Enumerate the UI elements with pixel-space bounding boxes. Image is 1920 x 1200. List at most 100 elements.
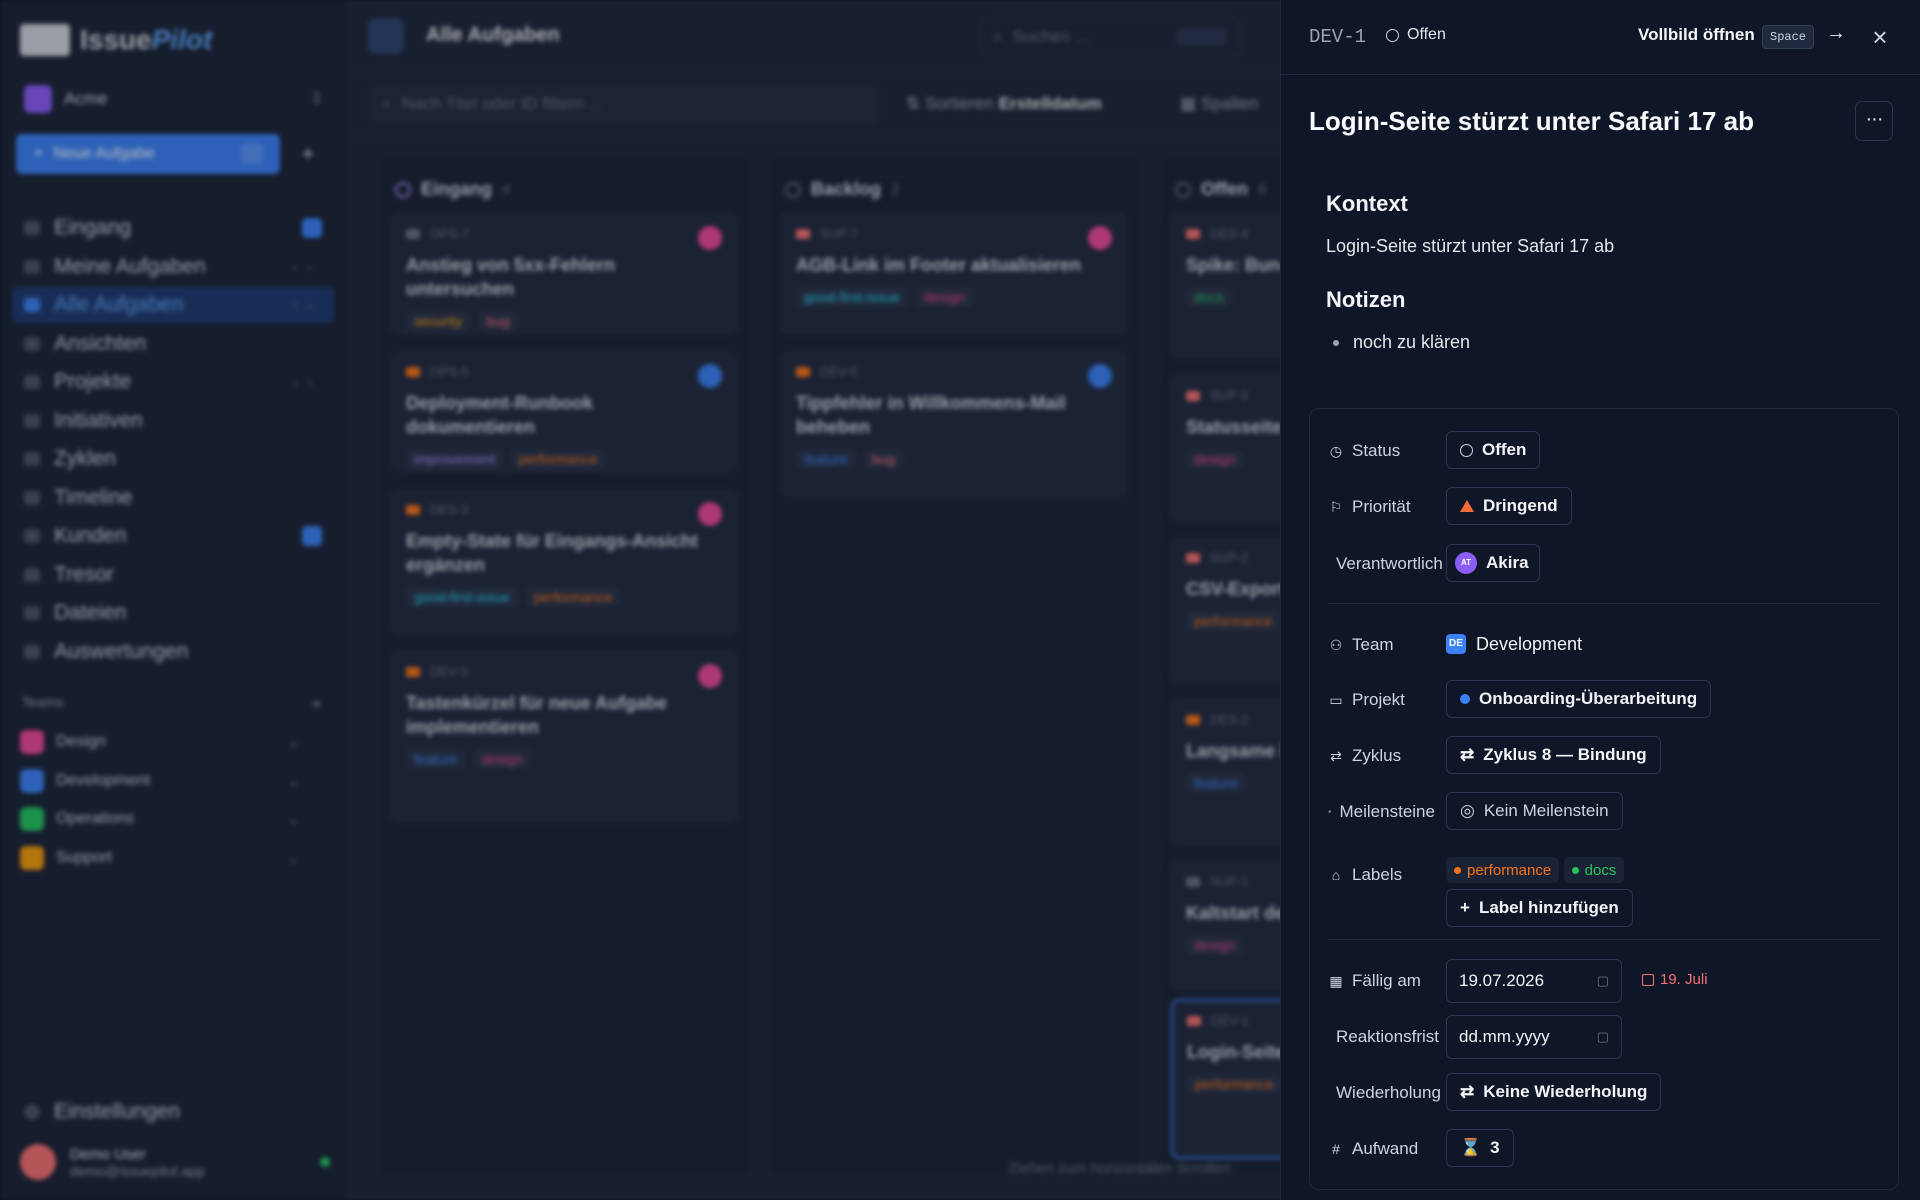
issue-title[interactable]: Login-Seite stürzt unter Safari 17 ab	[1309, 106, 1754, 137]
status-value: Offen	[1482, 440, 1527, 459]
property-label: Status	[1352, 441, 1401, 460]
property-label: Zyklus	[1352, 746, 1402, 765]
due-date-hint: 19. Juli	[1642, 971, 1708, 988]
properties-box: ◷ Status Offen ⚐ Priorität Dringend Verant…	[1309, 408, 1899, 1190]
label-name: docs	[1584, 861, 1617, 879]
note-text: noch zu klären	[1353, 332, 1471, 352]
status-badge: Offen	[1386, 26, 1446, 44]
cycle-icon: ⇄	[1460, 745, 1475, 764]
team-badge: DE	[1446, 634, 1466, 654]
property-response-deadline: Reaktionsfrist dd.mm.yyyy ▢	[1328, 1015, 1884, 1059]
modal-overlay[interactable]	[0, 0, 1280, 1200]
urgent-priority-icon	[1460, 500, 1474, 512]
property-due-date: ▦ Fällig am 19.07.2026 ▢ 19. Juli	[1328, 959, 1884, 1003]
list-item[interactable]: noch zu klären	[1333, 332, 1470, 353]
context-text[interactable]: Login-Seite stürzt unter Safari 17 ab	[1326, 236, 1614, 257]
calendar-icon	[1642, 973, 1654, 986]
property-label: Reaktionsfrist	[1336, 1027, 1439, 1046]
add-label-button[interactable]: + Label hinzufügen	[1446, 889, 1633, 927]
property-label: Projekt	[1352, 690, 1405, 709]
property-project: ▭ Projekt Onboarding-Überarbeitung	[1328, 680, 1884, 720]
label-docs[interactable]: docs	[1563, 857, 1625, 883]
plus-icon: +	[1460, 898, 1470, 917]
effort-select[interactable]: ⌛ 3	[1446, 1129, 1514, 1167]
panel-header: DEV-1 Offen Vollbild öffnen Space → ×	[1281, 0, 1920, 75]
repeat-icon: ⇄	[1460, 1082, 1475, 1101]
due-hint-text: 19. Juli	[1660, 971, 1708, 988]
recurrence-select[interactable]: ⇄ Keine Wiederholung	[1446, 1073, 1662, 1111]
status-select[interactable]: Offen	[1446, 431, 1541, 469]
close-button[interactable]: ×	[1863, 20, 1897, 54]
response-deadline-input[interactable]: dd.mm.yyyy ▢	[1446, 1015, 1622, 1059]
milestone-select[interactable]: ◎ Kein Meilenstein	[1446, 792, 1623, 830]
property-labels: ⌂ Labels performance docs + Label hinzufüg…	[1328, 847, 1884, 927]
property-label: Team	[1352, 635, 1394, 654]
project-value: Onboarding-Überarbeitung	[1479, 689, 1698, 708]
property-recurrence: Wiederholung ⇄ Keine Wiederholung	[1328, 1073, 1884, 1113]
issue-detail-panel: DEV-1 Offen Vollbild öffnen Space → × Lo…	[1280, 0, 1920, 1200]
due-date-value: 19.07.2026	[1459, 971, 1545, 990]
shortcut-key: Space	[1762, 25, 1815, 49]
property-label: Priorität	[1352, 497, 1411, 516]
assignee-select[interactable]: AT Akira	[1446, 544, 1540, 582]
users-icon: ⚇	[1329, 636, 1343, 653]
hourglass-icon: ⌛	[1460, 1138, 1482, 1157]
calendar-icon: ▢	[1596, 973, 1609, 988]
milestone-value: Kein Meilenstein	[1483, 801, 1609, 820]
property-label: Wiederholung	[1336, 1083, 1441, 1102]
property-label: Aufwand	[1352, 1139, 1419, 1158]
property-cycle: ⇄ Zyklus ⇄ Zyklus 8 — Bindung	[1328, 736, 1884, 776]
target-icon: ◎	[1460, 801, 1475, 820]
label-performance[interactable]: performance	[1446, 857, 1560, 883]
recurrence-value: Keine Wiederholung	[1483, 1082, 1648, 1101]
property-milestones: • Meilensteine ◎ Kein Meilenstein	[1328, 792, 1884, 832]
hash-icon: #	[1332, 1141, 1340, 1157]
project-color-dot	[1460, 694, 1470, 704]
context-heading: Kontext	[1326, 191, 1408, 216]
calendar-icon: ▦	[1329, 972, 1343, 989]
more-options-button[interactable]: ···	[1855, 101, 1893, 141]
arrow-right-icon[interactable]: →	[1826, 22, 1846, 45]
folder-icon: ▭	[1329, 691, 1343, 708]
response-placeholder: dd.mm.yyyy	[1459, 1027, 1550, 1046]
open-fullscreen-button[interactable]: Vollbild öffnen	[1638, 25, 1755, 45]
label-name: performance	[1467, 861, 1552, 879]
issue-id: DEV-1	[1309, 26, 1367, 48]
team-value: DE Development	[1446, 625, 1582, 663]
property-assignee: Verantwortlich AT Akira	[1328, 544, 1884, 584]
label-dot	[1571, 866, 1579, 874]
cycle-select[interactable]: ⇄ Zyklus 8 — Bindung	[1446, 736, 1661, 774]
flag-icon: ⚐	[1329, 498, 1343, 515]
priority-select[interactable]: Dringend	[1446, 487, 1572, 525]
status-text: Offen	[1407, 26, 1446, 43]
team-name: Development	[1476, 633, 1583, 654]
property-label: Meilensteine	[1339, 802, 1435, 821]
cycle-value: Zyklus 8 — Bindung	[1483, 745, 1647, 764]
dot-icon: •	[1328, 806, 1332, 818]
due-date-input[interactable]: 19.07.2026 ▢	[1446, 959, 1622, 1003]
priority-value: Dringend	[1483, 496, 1558, 515]
effort-value: 3	[1490, 1138, 1500, 1157]
tag-icon: ⌂	[1331, 867, 1341, 883]
property-status: ◷ Status Offen	[1328, 431, 1884, 471]
cycle-icon: ⇄	[1330, 747, 1342, 764]
status-icon: ◷	[1329, 442, 1343, 459]
notes-heading: Notizen	[1326, 287, 1406, 312]
bullet-icon	[1333, 339, 1339, 346]
property-label: Verantwortlich	[1336, 554, 1443, 573]
status-open-icon	[1460, 443, 1473, 457]
status-open-icon	[1386, 28, 1399, 42]
avatar: AT	[1455, 552, 1477, 574]
property-label: Fällig am	[1352, 971, 1421, 990]
property-effort: # Aufwand ⌛ 3	[1328, 1129, 1884, 1169]
property-label: Labels	[1352, 865, 1403, 884]
project-select[interactable]: Onboarding-Überarbeitung	[1446, 680, 1712, 718]
calendar-icon: ▢	[1596, 1029, 1609, 1044]
add-label-text: Label hinzufügen	[1478, 898, 1619, 917]
divider	[1328, 939, 1880, 940]
property-priority: ⚐ Priorität Dringend	[1328, 487, 1884, 527]
property-team: ⚇ Team DE Development	[1328, 625, 1884, 665]
divider	[1328, 603, 1880, 604]
label-dot	[1454, 866, 1461, 874]
assignee-value: Akira	[1486, 553, 1529, 572]
